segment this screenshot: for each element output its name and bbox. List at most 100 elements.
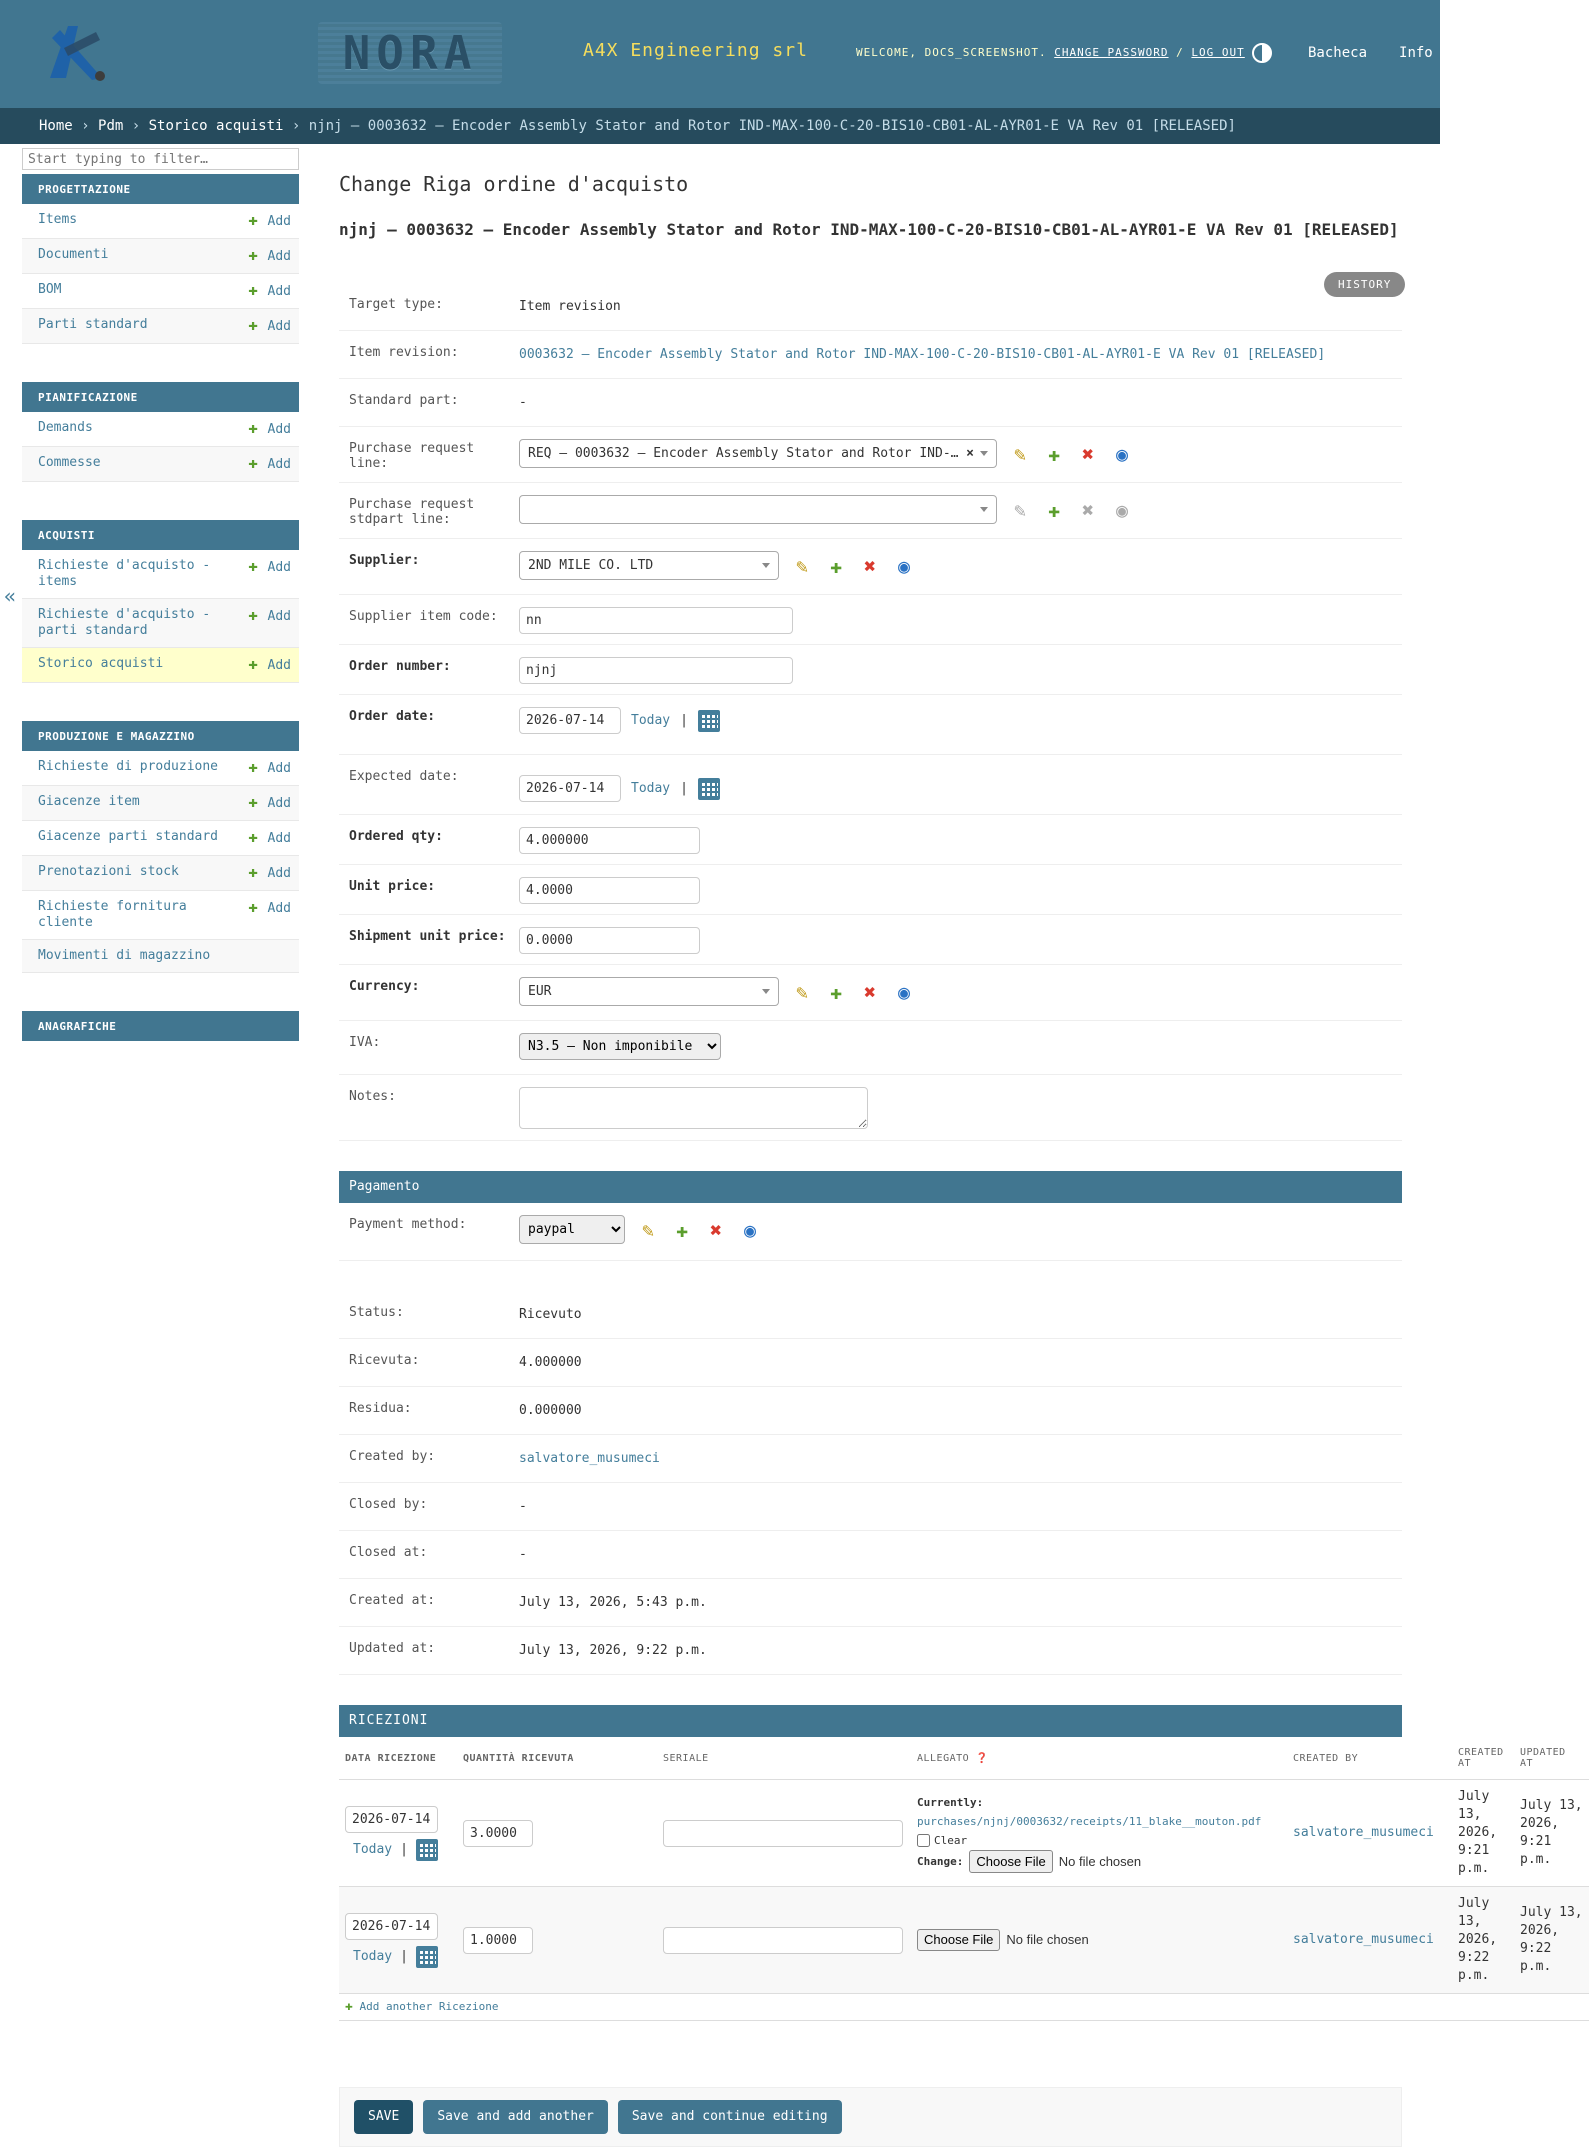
sidebar-item-label[interactable]: Parti standard bbox=[38, 317, 148, 335]
date-input[interactable] bbox=[345, 1912, 438, 1940]
choose-file-button[interactable]: Choose File bbox=[917, 1929, 1001, 1951]
sidebar-add-link[interactable]: ✚ Add bbox=[248, 455, 291, 473]
plus-icon[interactable]: ✚ bbox=[1043, 498, 1065, 522]
sidebar-item-label[interactable]: Demands bbox=[38, 420, 93, 438]
info-link[interactable]: Info bbox=[1399, 45, 1433, 61]
clear-checkbox[interactable] bbox=[917, 1834, 930, 1847]
sidebar-add-link[interactable]: ✚ Add bbox=[248, 247, 291, 265]
x-icon[interactable]: ✖ bbox=[859, 980, 881, 1004]
sidebar-module-header[interactable]: ACQUISTI bbox=[22, 520, 299, 550]
plus-icon[interactable]: ✚ bbox=[671, 1218, 693, 1242]
sidebar-add-link[interactable]: ✚ Add bbox=[248, 864, 291, 882]
sidebar-module-header[interactable]: ANAGRAFICHE bbox=[22, 1011, 299, 1041]
eye-icon[interactable]: ◉ bbox=[739, 1218, 761, 1242]
serial-input[interactable] bbox=[663, 1926, 903, 1954]
sidebar-item-label[interactable]: Documenti bbox=[38, 247, 108, 265]
save-and-add-another-button[interactable]: Save and add another bbox=[423, 2100, 608, 2134]
plus-icon[interactable]: ✚ bbox=[1043, 442, 1065, 466]
attachment-link[interactable]: purchases/njnj/0003632/receipts/11_blake… bbox=[917, 1815, 1261, 1828]
payment-method-select[interactable]: paypal bbox=[519, 1215, 625, 1244]
qty-input[interactable] bbox=[463, 1819, 533, 1847]
eye-icon[interactable]: ◉ bbox=[1111, 442, 1133, 466]
expected-date-input[interactable] bbox=[519, 775, 621, 802]
sidebar-module-header[interactable]: PRODUZIONE E MAGAZZINO bbox=[22, 721, 299, 751]
item-revision-link[interactable]: 0003632 — Encoder Assembly Stator and Ro… bbox=[519, 343, 1325, 362]
sidebar-add-link[interactable]: ✚ Add bbox=[248, 317, 291, 335]
breadcrumb-storico[interactable]: Storico acquisti bbox=[149, 118, 284, 134]
sidebar-add-link[interactable]: ✚ Add bbox=[248, 899, 291, 931]
sidebar-module-header[interactable]: PROGETTAZIONE bbox=[22, 174, 299, 204]
sidebar-item-label[interactable]: Storico acquisti bbox=[38, 656, 163, 674]
today-link[interactable]: Today bbox=[631, 781, 670, 796]
sidebar-item-label[interactable]: Prenotazioni stock bbox=[38, 864, 179, 882]
sidebar-add-link[interactable]: ✚ Add bbox=[248, 420, 291, 438]
iva-select[interactable]: N3.5 – Non imponibile bbox=[519, 1033, 721, 1060]
supplier-code-input[interactable] bbox=[519, 607, 793, 634]
created-by-link[interactable]: salvatore_musumeci bbox=[519, 1447, 660, 1466]
sidebar-item-label[interactable]: Commesse bbox=[38, 455, 101, 473]
ordered-qty-input[interactable] bbox=[519, 827, 700, 854]
sidebar-add-link[interactable]: ✚ Add bbox=[248, 759, 291, 777]
bacheca-link[interactable]: Bacheca bbox=[1308, 45, 1367, 61]
sidebar-item-label[interactable]: Movimenti di magazzino bbox=[38, 948, 210, 964]
notes-textarea[interactable] bbox=[519, 1087, 868, 1129]
order-date-input[interactable] bbox=[519, 707, 621, 734]
clear-icon[interactable]: × bbox=[966, 446, 974, 461]
collapse-sidebar-button[interactable]: « bbox=[4, 584, 16, 608]
unit-price-input[interactable] bbox=[519, 877, 700, 904]
calendar-icon[interactable] bbox=[697, 777, 720, 800]
calendar-icon[interactable] bbox=[415, 1838, 438, 1861]
sidebar-item-label[interactable]: Richieste di produzione bbox=[38, 759, 218, 777]
sidebar-item-label[interactable]: BOM bbox=[38, 282, 61, 300]
plus-icon[interactable]: ✚ bbox=[825, 980, 847, 1004]
pencil-icon[interactable]: ✎ bbox=[791, 554, 813, 578]
currency-select[interactable]: EUR bbox=[519, 977, 779, 1006]
eye-icon[interactable]: ◉ bbox=[893, 554, 915, 578]
sidebar-add-link[interactable]: ✚ Add bbox=[248, 829, 291, 847]
supplier-select[interactable]: 2ND MILE CO. LTD bbox=[519, 551, 779, 580]
sidebar-add-link[interactable]: ✚ Add bbox=[248, 212, 291, 230]
today-link[interactable]: Today bbox=[353, 1948, 392, 1966]
pencil-icon[interactable]: ✎ bbox=[637, 1218, 659, 1242]
logout-link[interactable]: LOG OUT bbox=[1191, 46, 1244, 59]
today-link[interactable]: Today bbox=[353, 1841, 392, 1859]
calendar-icon[interactable] bbox=[697, 709, 720, 732]
created-by-link[interactable]: salvatore_musumeci bbox=[1293, 1932, 1434, 1947]
sidebar-add-link[interactable]: ✚ Add bbox=[248, 794, 291, 812]
shipment-price-input[interactable] bbox=[519, 927, 700, 954]
sidebar-add-link[interactable]: ✚ Add bbox=[248, 607, 291, 639]
pr-std-line-select[interactable] bbox=[519, 495, 997, 524]
save-and-continue-button[interactable]: Save and continue editing bbox=[617, 2100, 842, 2134]
sidebar-module-header[interactable]: PIANIFICAZIONE bbox=[22, 382, 299, 412]
order-number-input[interactable] bbox=[519, 657, 793, 684]
x-icon[interactable]: ✖ bbox=[1077, 442, 1099, 466]
today-link[interactable]: Today bbox=[631, 713, 670, 728]
sidebar-filter-input[interactable] bbox=[22, 148, 299, 170]
sidebar-item-label[interactable]: Items bbox=[38, 212, 77, 230]
sidebar-item-label[interactable]: Richieste d'acquisto - parti standard bbox=[38, 607, 218, 639]
sidebar-item-label[interactable]: Richieste d'acquisto - items bbox=[38, 558, 218, 590]
sidebar-add-link[interactable]: ✚ Add bbox=[248, 656, 291, 674]
choose-file-button[interactable]: Choose File bbox=[969, 1850, 1053, 1873]
x-icon[interactable]: ✖ bbox=[705, 1218, 727, 1242]
calendar-icon[interactable] bbox=[415, 1945, 438, 1968]
breadcrumb-home[interactable]: Home bbox=[39, 118, 73, 134]
sidebar-add-link[interactable]: ✚ Add bbox=[248, 282, 291, 300]
history-button[interactable]: HISTORY bbox=[1324, 272, 1406, 297]
breadcrumb-pdm[interactable]: Pdm bbox=[98, 118, 123, 134]
pr-line-select[interactable]: REQ — 0003632 — Encoder Assembly Stator … bbox=[519, 439, 997, 468]
created-by-link[interactable]: salvatore_musumeci bbox=[1293, 1825, 1434, 1840]
sidebar-item-label[interactable]: Giacenze item bbox=[38, 794, 140, 812]
save-button[interactable]: SAVE bbox=[354, 2100, 414, 2134]
theme-toggle-icon[interactable] bbox=[1252, 43, 1272, 63]
help-icon[interactable]: ❓ bbox=[976, 1753, 989, 1764]
qty-input[interactable] bbox=[463, 1926, 533, 1954]
x-icon[interactable]: ✖ bbox=[859, 554, 881, 578]
pencil-icon[interactable]: ✎ bbox=[791, 980, 813, 1004]
serial-input[interactable] bbox=[663, 1819, 903, 1847]
pencil-icon[interactable]: ✎ bbox=[1009, 442, 1031, 466]
sidebar-item-label[interactable]: Richieste fornitura cliente bbox=[38, 899, 218, 931]
change-password-link[interactable]: CHANGE PASSWORD bbox=[1054, 46, 1168, 59]
plus-icon[interactable]: ✚ bbox=[825, 554, 847, 578]
sidebar-add-link[interactable]: ✚ Add bbox=[248, 558, 291, 590]
